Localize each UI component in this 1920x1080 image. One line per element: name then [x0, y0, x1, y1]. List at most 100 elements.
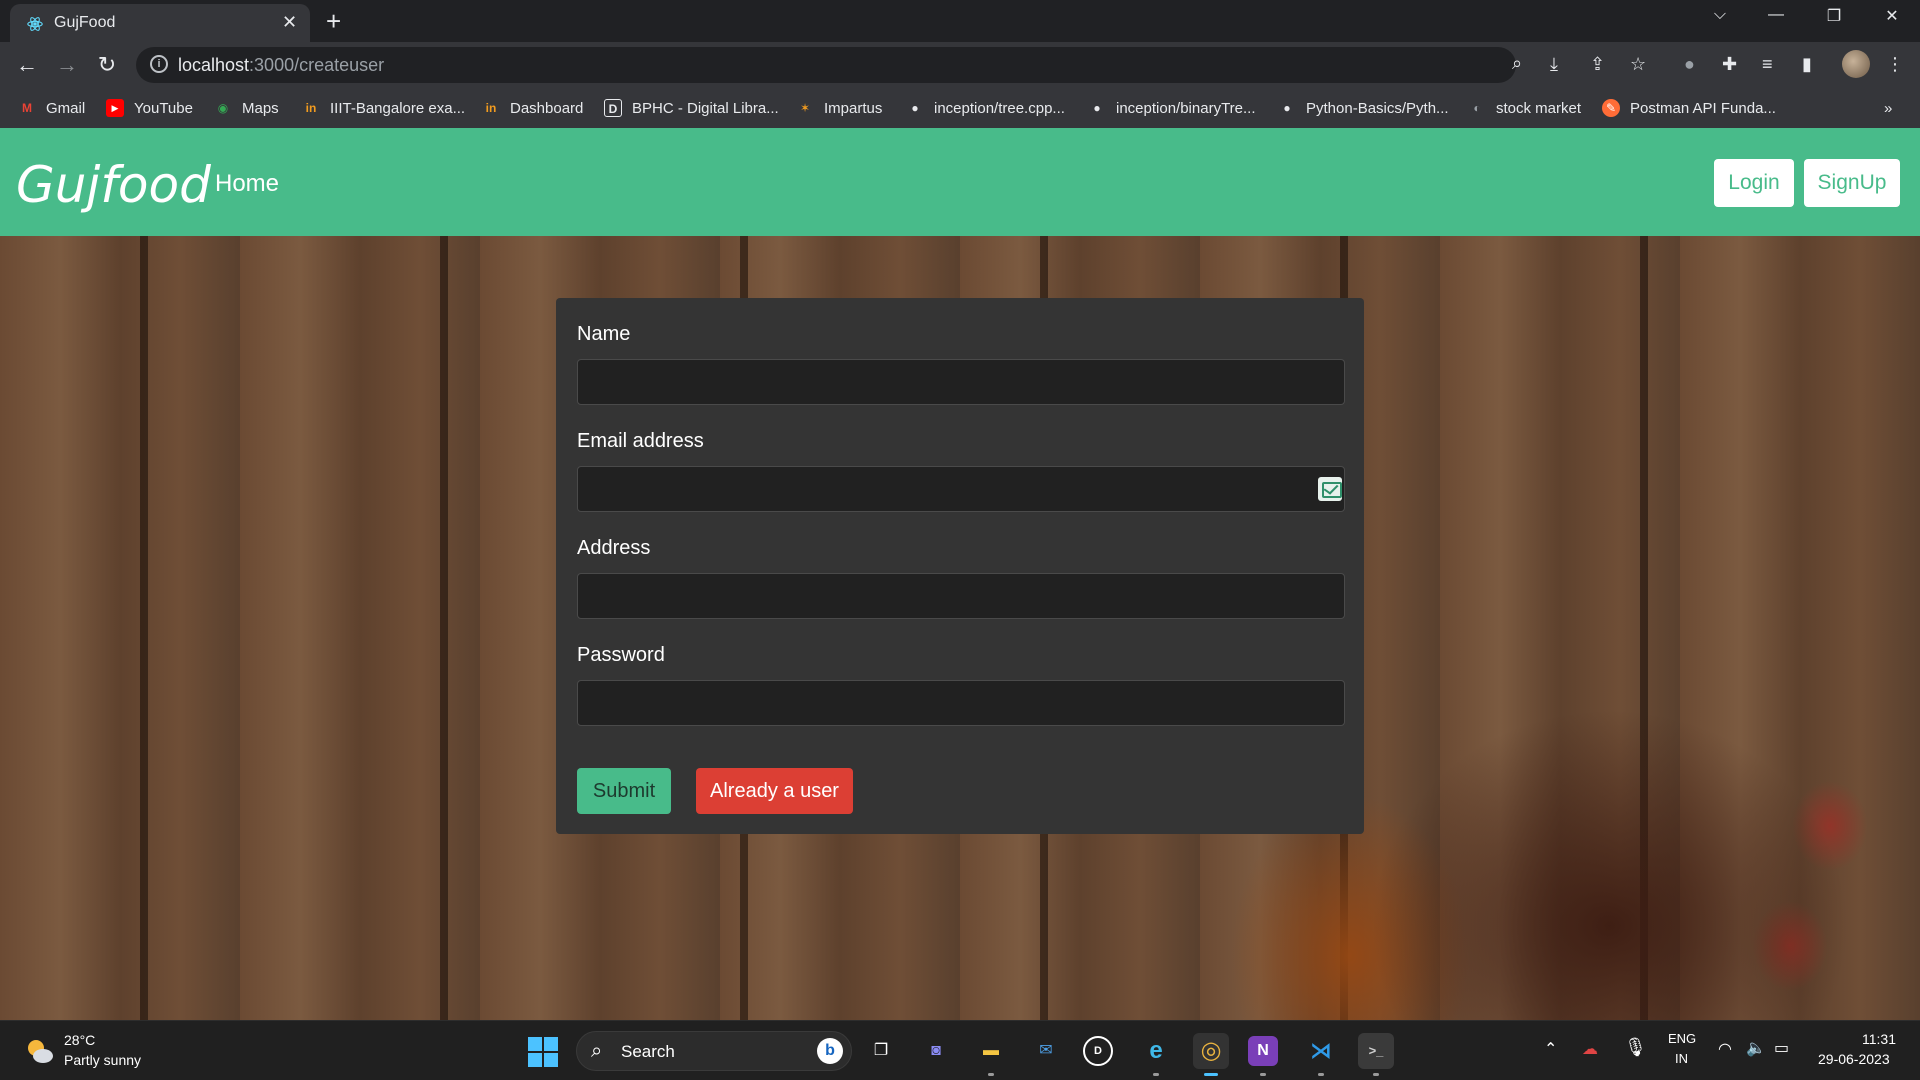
login-button[interactable]: Login [1714, 159, 1794, 207]
mail-icon[interactable]: ✉ [1028, 1033, 1064, 1069]
address-bar[interactable]: i localhost:3000/createuser ⌕ [136, 47, 1522, 83]
forward-icon[interactable]: → [52, 50, 82, 80]
running-indicator [1318, 1073, 1324, 1076]
signup-button[interactable]: SignUp [1804, 159, 1900, 207]
close-window-icon[interactable]: ✕ [1872, 6, 1912, 26]
brand-logo[interactable]: Gujfood [16, 156, 211, 214]
microphone-icon[interactable]: 🎙 [1624, 1037, 1647, 1058]
iiitb-icon: in [305, 101, 317, 115]
bookmark-maps[interactable]: ◉ Maps [214, 96, 279, 120]
bookmark-github-tree[interactable]: ● inception/tree.cpp... [906, 96, 1065, 120]
name-input[interactable] [577, 359, 1345, 405]
bookmark-postman[interactable]: ✎ Postman API Funda... [1602, 96, 1776, 120]
nav-home-link[interactable]: Home [215, 170, 279, 198]
bookmarks-overflow-icon[interactable]: » [1884, 96, 1892, 120]
language-bottom[interactable]: IN [1675, 1051, 1688, 1066]
terminal-icon[interactable]: >_ [1358, 1033, 1394, 1069]
bookmark-label: YouTube [134, 99, 193, 117]
dell-icon[interactable]: D [1083, 1036, 1113, 1066]
browser-toolbar: ← → ↻ i localhost:3000/createuser ⌕ ⤓ ⇪ … [0, 42, 1920, 88]
already-user-button[interactable]: Already a user [696, 768, 853, 814]
browser-tab-strip: GujFood ✕ + ⌵ — ❐ ✕ [0, 0, 1920, 42]
bookmark-dashboard[interactable]: in Dashboard [482, 96, 584, 120]
bing-icon[interactable]: b [817, 1038, 843, 1064]
maps-icon: ◉ [217, 101, 229, 115]
tab-close-icon[interactable]: ✕ [282, 12, 297, 32]
extension-icon[interactable]: ● [1684, 54, 1695, 75]
bookmark-impartus[interactable]: ✶ Impartus [796, 96, 882, 120]
taskbar-search-label: Search [621, 1042, 675, 1061]
app-navbar: Gujfood Home Login SignUp [0, 128, 1920, 236]
start-windows-icon[interactable] [528, 1037, 558, 1067]
email-input[interactable] [577, 466, 1345, 512]
windows-taskbar: 28°C Partly sunny ⌕ Search b ❐ ◙ ▬ ✉ D e… [0, 1020, 1920, 1080]
running-indicator [1153, 1073, 1159, 1076]
url-text[interactable]: localhost:3000/createuser [178, 55, 384, 76]
search-icon: ⌕ [591, 1040, 603, 1062]
bookmark-label: BPHC - Digital Libra... [632, 99, 779, 117]
bookmark-label: stock market [1496, 99, 1582, 117]
bookmark-label: Gmail [46, 99, 86, 117]
back-icon[interactable]: ← [12, 50, 42, 80]
file-explorer-icon[interactable]: ▬ [973, 1033, 1009, 1069]
bookmark-github-binarytree[interactable]: ● inception/binaryTre... [1088, 96, 1256, 120]
clock-date[interactable]: 29-06-2023 [1818, 1051, 1890, 1067]
share-icon[interactable]: ⇪ [1590, 54, 1605, 75]
github-icon: ● [1093, 101, 1101, 115]
teams-chat-icon[interactable]: ◙ [918, 1033, 954, 1069]
weather-temperature[interactable]: 28°C [64, 1032, 95, 1048]
media-control-icon[interactable]: ≡ [1762, 54, 1773, 75]
side-panel-icon[interactable]: ▮ [1802, 54, 1812, 75]
bookmark-youtube[interactable]: ▶ YouTube [106, 96, 193, 120]
onenote-icon[interactable]: N [1248, 1036, 1278, 1066]
profile-avatar[interactable] [1842, 50, 1870, 78]
volume-icon[interactable]: 🔈 [1746, 1038, 1766, 1058]
show-hidden-icons-icon[interactable]: ⌃ [1544, 1039, 1557, 1059]
address-input[interactable] [577, 573, 1345, 619]
active-indicator [1204, 1073, 1218, 1076]
battery-icon[interactable]: ▭ [1774, 1038, 1789, 1058]
zoom-search-icon[interactable]: ⌕ [1512, 53, 1522, 74]
vscode-icon[interactable]: ⋊ [1303, 1033, 1339, 1069]
github-icon: ● [911, 101, 919, 115]
site-info-icon[interactable]: i [150, 55, 168, 73]
install-app-icon[interactable]: ⤓ [1550, 54, 1558, 75]
address-label: Address [577, 537, 651, 559]
weather-condition[interactable]: Partly sunny [64, 1052, 141, 1068]
partly-sunny-icon[interactable] [24, 1037, 54, 1065]
password-input[interactable] [577, 680, 1345, 726]
tab-search-icon[interactable]: ⌵ [1700, 6, 1740, 24]
taskbar-search[interactable]: ⌕ Search b [576, 1031, 852, 1071]
clock-time[interactable]: 11:31 [1862, 1031, 1896, 1047]
edge-icon[interactable]: e [1138, 1033, 1174, 1069]
chrome-icon[interactable]: ◎ [1193, 1033, 1229, 1069]
browser-tab[interactable]: GujFood ✕ [10, 4, 310, 42]
url-path: :3000/createuser [249, 55, 385, 75]
reload-icon[interactable]: ↻ [92, 50, 122, 80]
minimize-icon[interactable]: — [1756, 6, 1796, 24]
bookmark-label: inception/binaryTre... [1116, 99, 1256, 117]
bookmark-github-python[interactable]: ● Python-Basics/Pyth... [1278, 96, 1449, 120]
submit-button[interactable]: Submit [577, 768, 671, 814]
new-tab-button[interactable]: + [326, 6, 341, 36]
language-top[interactable]: ENG [1668, 1031, 1696, 1046]
bookmark-stock-market[interactable]: ◐ stock market [1468, 96, 1581, 120]
onedrive-icon[interactable]: ☁ [1582, 1039, 1598, 1059]
bookmark-label: Python-Basics/Pyth... [1306, 99, 1449, 117]
email-label: Email address [577, 430, 704, 452]
task-view-icon[interactable]: ❐ [863, 1033, 899, 1069]
bookmark-bphc[interactable]: D BPHC - Digital Libra... [604, 96, 779, 120]
bookmark-star-icon[interactable]: ☆ [1630, 54, 1646, 75]
password-label: Password [577, 644, 665, 666]
email-autofill-icon[interactable] [1318, 477, 1342, 501]
extensions-puzzle-icon[interactable]: ✚ [1722, 54, 1737, 75]
iiitb-icon: in [485, 101, 497, 115]
url-host: localhost [178, 55, 250, 75]
bookmark-gmail[interactable]: M Gmail [18, 96, 85, 120]
menu-kebab-icon[interactable]: ⋮ [1886, 54, 1904, 75]
bookmark-label: inception/tree.cpp... [934, 99, 1065, 117]
wifi-icon[interactable]: ◠ [1718, 1039, 1732, 1059]
bookmark-iiitb[interactable]: in IIIT-Bangalore exa... [302, 96, 465, 120]
restore-icon[interactable]: ❐ [1814, 6, 1854, 26]
github-icon: ● [1283, 101, 1291, 115]
